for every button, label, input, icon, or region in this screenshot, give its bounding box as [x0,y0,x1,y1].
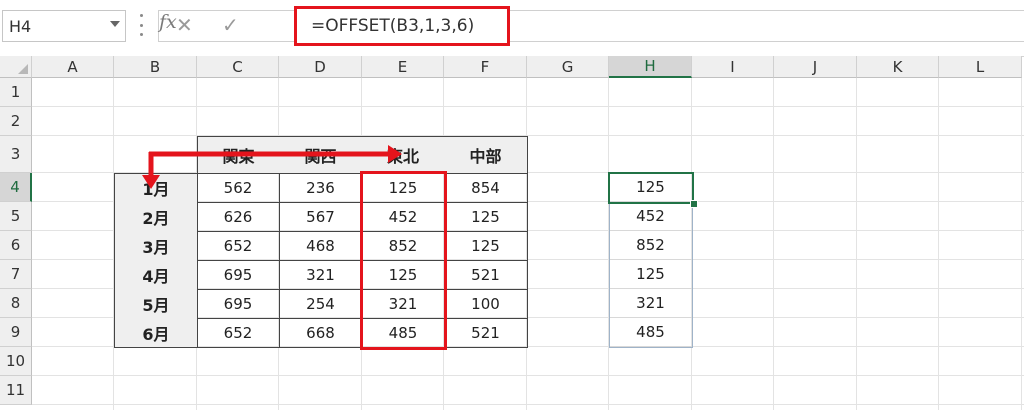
name-box-value[interactable]: H4 [9,17,31,36]
table-cell[interactable]: 236 [279,173,363,203]
table-cell[interactable]: 652 [197,318,280,348]
column-header-a[interactable]: A [32,56,114,78]
formula-input-extension[interactable] [510,10,1024,42]
row-header-4[interactable]: 4 [0,173,32,202]
row-header-3[interactable]: 3 [0,136,32,173]
table-row-label[interactable]: 1月 [114,173,198,203]
table-cell[interactable]: 668 [279,318,363,348]
table-cell[interactable]: 321 [279,260,363,290]
table-cell[interactable]: 321 [362,289,445,319]
gridline-horizontal [32,404,1024,405]
table-cell[interactable]: 125 [444,231,528,261]
insert-function-icon[interactable]: fx [159,11,177,33]
row-header-2[interactable]: 2 [0,107,32,136]
table-cell[interactable]: 695 [197,260,280,290]
worksheet-grid: ABCDEFGHIJKL 1 2 3 4 5 6 7 8 9 10 11 関東 関西 東北 中部 1月 562… [0,56,1024,410]
table-cell[interactable]: 562 [197,173,280,203]
more-options-icon[interactable] [138,14,144,36]
result-cell[interactable]: 321 [609,289,692,318]
gridline-vertical [856,78,857,410]
formula-input[interactable]: =OFFSET(B3,1,3,6) [294,6,510,46]
checkmark-icon[interactable]: ✓ [222,13,239,37]
table-cell[interactable]: 695 [197,289,280,319]
table-cell[interactable]: 567 [279,202,363,232]
gridline-horizontal [32,106,1024,107]
table-cell[interactable]: 468 [279,231,363,261]
gridline-horizontal [32,375,1024,376]
formula-bar: H4 ✕ ✓ fx =OFFSET(B3,1,3,6) [0,0,1024,57]
table-cell[interactable]: 485 [362,318,445,348]
column-header-k[interactable]: K [857,56,939,78]
column-header-b[interactable]: B [114,56,197,78]
column-header-g[interactable]: G [527,56,609,78]
table-row-label[interactable]: 5月 [114,289,198,319]
row-header-7[interactable]: 7 [0,260,32,289]
table-header-cell[interactable]: 関西 [279,136,363,174]
fill-handle[interactable] [690,200,698,208]
column-header-c[interactable]: C [197,56,279,78]
result-cell[interactable]: 452 [609,202,692,231]
formula-text[interactable]: =OFFSET(B3,1,3,6) [311,16,474,36]
row-header-10[interactable]: 10 [0,347,32,376]
table-cell[interactable]: 521 [444,318,528,348]
table-cell[interactable]: 125 [362,173,445,203]
cancel-icon[interactable]: ✕ [176,13,193,37]
formula-controls: ✕ ✓ fx [158,10,294,42]
table-row-label[interactable]: 2月 [114,202,198,232]
gridline-vertical [773,78,774,410]
gridline-vertical [1021,78,1022,410]
table-cell[interactable]: 521 [444,260,528,290]
table-cell[interactable]: 125 [444,202,528,232]
row-header-11[interactable]: 11 [0,376,32,405]
column-header-j[interactable]: J [774,56,857,78]
row-header-9[interactable]: 9 [0,318,32,347]
table-row-label[interactable]: 4月 [114,260,198,290]
table-cell[interactable]: 254 [279,289,363,319]
column-header-h[interactable]: H [609,56,692,78]
table-cell[interactable]: 852 [362,231,445,261]
table-header-cell[interactable]: 中部 [444,136,528,174]
column-header-i[interactable]: I [692,56,774,78]
table-cell[interactable]: 100 [444,289,528,319]
column-header-e[interactable]: E [362,56,444,78]
gridline-vertical [938,78,939,410]
table-cell[interactable]: 626 [197,202,280,232]
name-box[interactable]: H4 [2,10,126,42]
table-cell[interactable]: 652 [197,231,280,261]
row-header-6[interactable]: 6 [0,231,32,260]
result-cell[interactable]: 125 [609,173,692,202]
table-header-cell[interactable]: 関東 [197,136,280,174]
result-cell[interactable]: 125 [609,260,692,289]
select-all-triangle-icon [18,64,28,74]
select-all-button[interactable] [0,56,32,78]
table-header-cell[interactable]: 東北 [362,136,445,174]
chevron-down-icon[interactable] [110,21,120,27]
table-cell[interactable]: 452 [362,202,445,232]
table-cell[interactable]: 125 [362,260,445,290]
cells-area[interactable]: 関東 関西 東北 中部 1月 562 236 125 854 2月 626 567 452 125 3月 65… [32,78,1024,410]
column-header-f[interactable]: F [444,56,527,78]
table-cell[interactable]: 854 [444,173,528,203]
table-row-label[interactable]: 6月 [114,318,198,348]
gridline-horizontal [32,135,1024,136]
result-cell[interactable]: 852 [609,231,692,260]
column-header-d[interactable]: D [279,56,362,78]
table-row-label[interactable]: 3月 [114,231,198,261]
row-header-8[interactable]: 8 [0,289,32,318]
result-cell[interactable]: 485 [609,318,692,347]
row-header-1[interactable]: 1 [0,78,32,107]
row-header-5[interactable]: 5 [0,202,32,231]
column-header-l[interactable]: L [939,56,1022,78]
